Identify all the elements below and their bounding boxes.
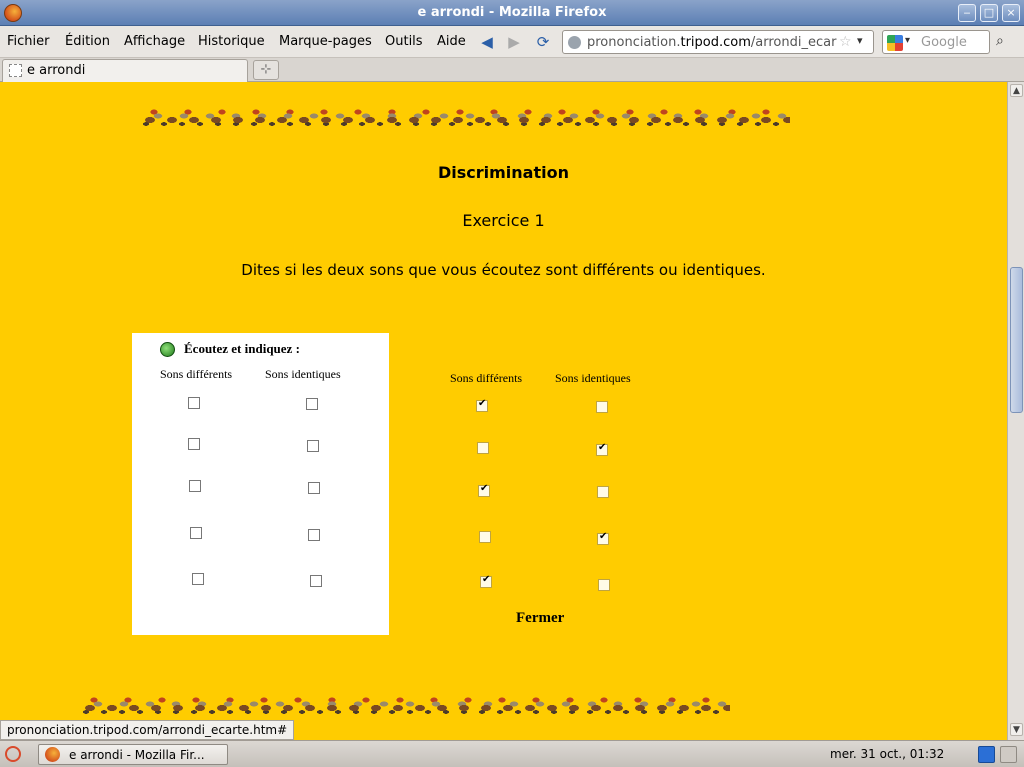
reload-icon[interactable]: ⟳ bbox=[533, 33, 553, 51]
play-sound-icon[interactable] bbox=[160, 342, 175, 357]
close-window-button[interactable]: × bbox=[1002, 4, 1020, 22]
checkbox-different-2[interactable] bbox=[188, 438, 200, 450]
menu-marque-pages[interactable]: Marque-pages bbox=[279, 34, 372, 49]
new-tab-button[interactable]: ⊹ bbox=[253, 60, 279, 80]
col-header-identical: Sons identiques bbox=[265, 367, 341, 381]
forward-arrow-icon[interactable]: ▶ bbox=[504, 33, 524, 51]
menu-affichage[interactable]: Affichage bbox=[124, 34, 185, 49]
checkbox-different-4[interactable] bbox=[190, 527, 202, 539]
answer-different-3 bbox=[478, 483, 490, 497]
tab-label: e arrondi bbox=[27, 63, 86, 78]
checkbox-identical-4[interactable] bbox=[308, 529, 320, 541]
menu-outils[interactable]: Outils bbox=[385, 34, 423, 49]
leaf-garland-top bbox=[140, 106, 790, 132]
answer-different-2 bbox=[477, 442, 489, 454]
tab-bar: e arrondi ⊹ bbox=[0, 58, 1024, 82]
page-heading: Discrimination bbox=[437, 163, 569, 182]
answer-identical-4 bbox=[597, 531, 609, 545]
back-arrow-icon[interactable]: ◀ bbox=[477, 33, 497, 51]
menu-aide[interactable]: Aide bbox=[437, 34, 466, 49]
chevron-down-icon[interactable]: ▾ bbox=[905, 35, 910, 46]
answer-identical-2 bbox=[596, 442, 608, 456]
checkbox-identical-1[interactable] bbox=[306, 398, 318, 410]
scrollbar-thumb[interactable] bbox=[1010, 267, 1023, 413]
taskbar-task-label: e arrondi - Mozilla Fir... bbox=[69, 748, 205, 762]
listen-label: Écoutez et indiquez : bbox=[184, 341, 300, 356]
checkbox-different-1[interactable] bbox=[188, 397, 200, 409]
status-link-preview: prononciation.tripod.com/arrondi_ecarte.… bbox=[0, 720, 295, 740]
window-titlebar: e arrondi - Mozilla Firefox ‒ □ × bbox=[0, 0, 1024, 26]
scroll-down-icon[interactable]: ▼ bbox=[1010, 723, 1023, 736]
minimize-button[interactable]: ‒ bbox=[958, 4, 976, 22]
exercise-panel: Écoutez et indiquez : Sons différents So… bbox=[132, 333, 389, 635]
close-link[interactable]: Fermer bbox=[516, 610, 564, 627]
firefox-task-icon bbox=[45, 747, 60, 762]
taskbar: e arrondi - Mozilla Fir... mer. 31 oct.,… bbox=[0, 740, 1024, 767]
url-bar[interactable]: prononciation.tripod.com/arrondi_ecar ☆ … bbox=[562, 30, 874, 54]
col-header-different: Sons différents bbox=[160, 367, 233, 381]
window-title: e arrondi - Mozilla Firefox bbox=[417, 5, 607, 20]
search-placeholder: Google bbox=[921, 35, 967, 50]
answer-identical-3 bbox=[597, 486, 609, 498]
checkbox-identical-3[interactable] bbox=[308, 482, 320, 494]
maximize-button[interactable]: □ bbox=[980, 4, 998, 22]
menu-bar: Fichier Édition Affichage Historique Mar… bbox=[0, 26, 1024, 58]
taskbar-firefox-window[interactable]: e arrondi - Mozilla Fir... bbox=[38, 744, 228, 765]
site-globe-icon bbox=[568, 36, 581, 49]
bookmark-star-icon[interactable]: ☆ bbox=[839, 34, 852, 50]
ubuntu-menu-icon[interactable] bbox=[5, 746, 21, 762]
vertical-scrollbar[interactable]: ▲ ▼ bbox=[1007, 82, 1024, 740]
answer-different-5 bbox=[480, 574, 492, 588]
binoculars-icon[interactable]: ⌕ bbox=[996, 33, 1004, 49]
instruction-text: Dites si les deux sons que vous écoutez … bbox=[241, 261, 766, 279]
search-bar[interactable]: ▾ Google bbox=[882, 30, 990, 54]
exercise-title: Exercice 1 bbox=[462, 211, 545, 230]
menu-fichier[interactable]: Fichier bbox=[7, 34, 50, 49]
url-dropdown-icon[interactable]: ▾ bbox=[857, 34, 863, 47]
menu-edition[interactable]: Édition bbox=[65, 34, 110, 49]
tab-e-arrondi[interactable]: e arrondi bbox=[2, 59, 248, 82]
trash-icon[interactable] bbox=[1000, 746, 1017, 763]
page-content: Discrimination Exercice 1 Dites si les d… bbox=[0, 82, 1007, 740]
url-text: prononciation.tripod.com/arrondi_ecar bbox=[587, 35, 837, 50]
answer-header-different: Sons différents bbox=[450, 371, 523, 385]
answer-different-4 bbox=[479, 531, 491, 543]
google-engine-icon[interactable] bbox=[887, 35, 903, 51]
answer-header-identical: Sons identiques bbox=[555, 371, 631, 385]
checkbox-different-5[interactable] bbox=[192, 573, 204, 585]
checkbox-identical-2[interactable] bbox=[307, 440, 319, 452]
answer-identical-1 bbox=[596, 401, 608, 413]
answer-identical-5 bbox=[598, 579, 610, 591]
menu-historique[interactable]: Historique bbox=[198, 34, 265, 49]
scroll-up-icon[interactable]: ▲ bbox=[1010, 84, 1023, 97]
workspace-icon[interactable] bbox=[978, 746, 995, 763]
taskbar-clock[interactable]: mer. 31 oct., 01:32 bbox=[830, 747, 944, 761]
leaf-garland-bottom bbox=[80, 694, 730, 720]
page-favicon-icon bbox=[9, 64, 22, 77]
answer-different-1 bbox=[476, 398, 488, 412]
checkbox-different-3[interactable] bbox=[189, 480, 201, 492]
checkbox-identical-5[interactable] bbox=[310, 575, 322, 587]
